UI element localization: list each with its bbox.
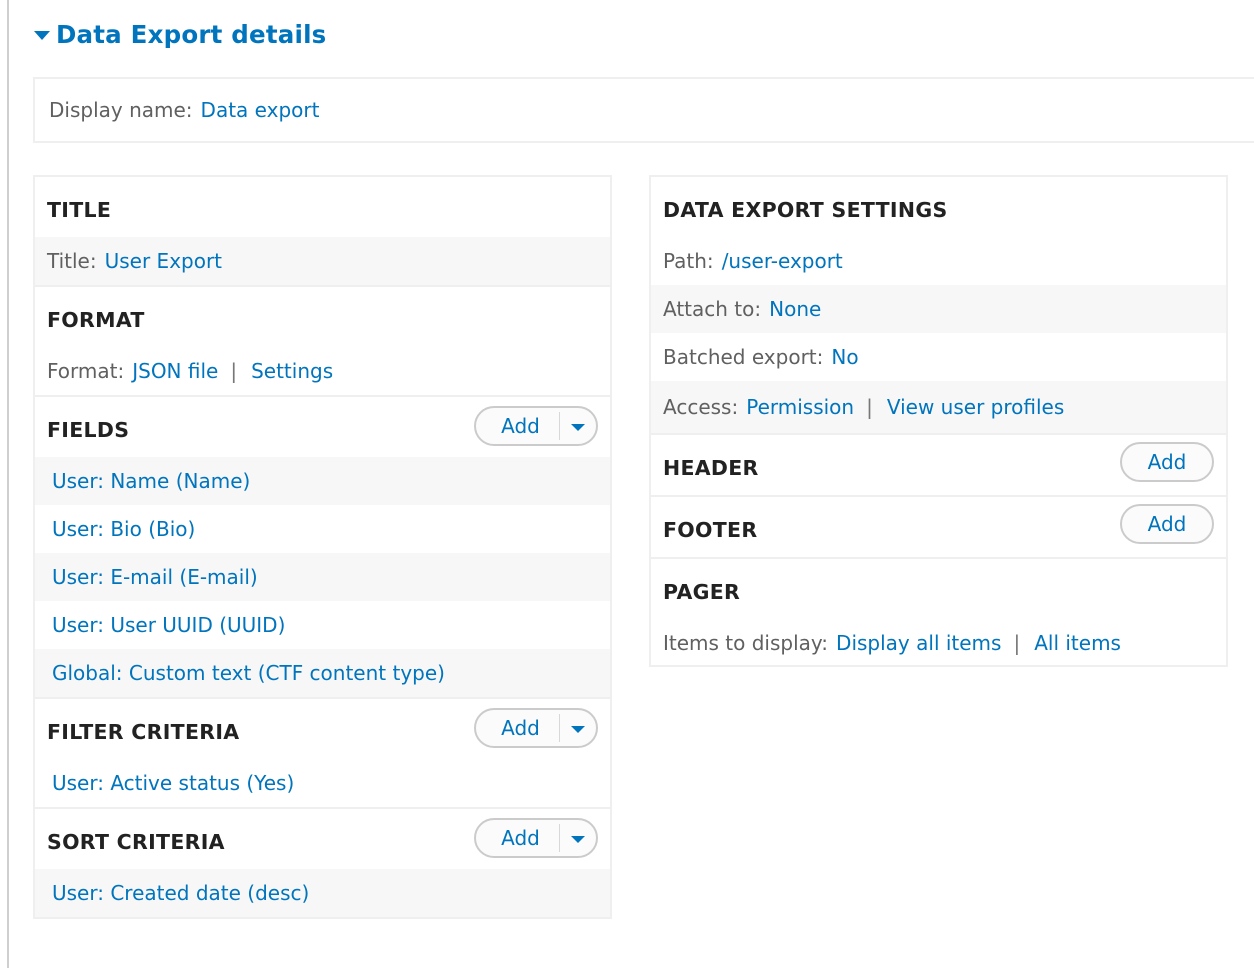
section-heading-fields: FIELDS xyxy=(47,418,130,442)
pager-detail-link[interactable]: All items xyxy=(1034,631,1121,655)
separator: | xyxy=(866,395,873,419)
fields-add-dropdown-toggle[interactable] xyxy=(560,421,596,431)
access-label: Access: xyxy=(663,395,739,419)
filter-link[interactable]: User: Active status (Yes) xyxy=(52,771,294,795)
section-filter-criteria: FILTER CRITERIA Add User: Active status … xyxy=(35,699,610,809)
field-item: Global: Custom text (CTF content type) xyxy=(35,649,610,697)
section-format: FORMAT Format: JSON file | Settings xyxy=(35,287,610,397)
field-link[interactable]: User: E-mail (E-mail) xyxy=(52,565,258,589)
access-row: Access: Permission | View user profiles xyxy=(651,381,1226,433)
right-column: DATA EXPORT SETTINGS Path: /user-export … xyxy=(649,175,1228,667)
section-data-export-settings: DATA EXPORT SETTINGS Path: /user-export … xyxy=(651,177,1226,435)
pager-row: Items to display: Display all items | Al… xyxy=(651,619,1226,667)
sort-link[interactable]: User: Created date (desc) xyxy=(52,881,309,905)
format-label: Format: xyxy=(47,359,125,383)
caret-down-icon xyxy=(571,836,585,843)
path-row: Path: /user-export xyxy=(651,237,1226,285)
footer-add-button[interactable]: Add xyxy=(1120,504,1214,544)
header-add-button[interactable]: Add xyxy=(1120,442,1214,482)
sort-add-dropdown-toggle[interactable] xyxy=(560,833,596,843)
field-item: User: User UUID (UUID) xyxy=(35,601,610,649)
attach-row: Attach to: None xyxy=(651,285,1226,333)
section-heading-settings: DATA EXPORT SETTINGS xyxy=(663,198,948,222)
section-heading-pager: PAGER xyxy=(663,580,741,604)
batched-label: Batched export: xyxy=(663,345,824,369)
display-name-link[interactable]: Data export xyxy=(201,98,320,122)
filter-add-dropdown-toggle[interactable] xyxy=(560,723,596,733)
path-label: Path: xyxy=(663,249,714,273)
section-pager: PAGER Items to display: Display all item… xyxy=(651,559,1226,667)
title-link[interactable]: User Export xyxy=(105,249,222,273)
format-settings-link[interactable]: Settings xyxy=(251,359,333,383)
batched-row: Batched export: No xyxy=(651,333,1226,381)
fields-add-label[interactable]: Add xyxy=(476,414,559,438)
details-title: Data Export details xyxy=(56,19,327,49)
section-footer: FOOTER Add xyxy=(651,497,1226,559)
path-link[interactable]: /user-export xyxy=(722,249,843,273)
field-item: User: E-mail (E-mail) xyxy=(35,553,610,601)
filter-add-button: Add xyxy=(474,708,598,748)
caret-down-icon xyxy=(571,726,585,733)
section-heading-title: TITLE xyxy=(47,198,112,222)
separator: | xyxy=(230,359,238,383)
section-sort-criteria: SORT CRITERIA Add User: Created date (de… xyxy=(35,809,610,917)
display-name-box: Display name: Data export xyxy=(33,77,1254,143)
separator: | xyxy=(1013,631,1021,655)
sort-add-button: Add xyxy=(474,818,598,858)
sort-item: User: Created date (desc) xyxy=(35,869,610,917)
fields-add-button: Add xyxy=(474,406,598,446)
filter-item: User: Active status (Yes) xyxy=(35,759,610,807)
display-name-label: Display name: xyxy=(49,98,193,122)
section-header: HEADER Add xyxy=(651,435,1226,497)
triangle-down-icon xyxy=(34,30,50,40)
attach-link[interactable]: None xyxy=(769,297,821,321)
field-item: User: Bio (Bio) xyxy=(35,505,610,553)
format-link[interactable]: JSON file xyxy=(132,359,218,383)
section-heading-footer: FOOTER xyxy=(663,518,758,542)
sort-add-label[interactable]: Add xyxy=(476,826,559,850)
section-heading-format: FORMAT xyxy=(47,308,145,332)
field-link[interactable]: Global: Custom text (CTF content type) xyxy=(52,661,445,685)
format-row: Format: JSON file | Settings xyxy=(35,347,610,395)
title-row: Title: User Export xyxy=(35,237,610,285)
access-detail-link[interactable]: View user profiles xyxy=(887,395,1064,419)
attach-label: Attach to: xyxy=(663,297,762,321)
field-link[interactable]: User: Bio (Bio) xyxy=(52,517,195,541)
left-border-rule xyxy=(7,0,9,968)
access-link[interactable]: Permission xyxy=(746,395,854,419)
section-fields: FIELDS Add User: Name (Name) User: Bio (… xyxy=(35,397,610,699)
title-label: Title: xyxy=(47,249,97,273)
section-heading-header: HEADER xyxy=(663,456,759,480)
filter-add-label[interactable]: Add xyxy=(476,716,559,740)
section-heading-filter: FILTER CRITERIA xyxy=(47,720,240,744)
section-heading-sort: SORT CRITERIA xyxy=(47,830,225,854)
batched-link[interactable]: No xyxy=(831,345,858,369)
field-item: User: Name (Name) xyxy=(35,457,610,505)
details-toggle[interactable]: Data Export details xyxy=(34,14,326,54)
section-title: TITLE Title: User Export xyxy=(35,177,610,287)
field-link[interactable]: User: Name (Name) xyxy=(52,469,250,493)
left-column: TITLE Title: User Export FORMAT Format: … xyxy=(33,175,612,919)
field-link[interactable]: User: User UUID (UUID) xyxy=(52,613,285,637)
pager-link[interactable]: Display all items xyxy=(836,631,1001,655)
pager-label: Items to display: xyxy=(663,631,829,655)
caret-down-icon xyxy=(571,424,585,431)
